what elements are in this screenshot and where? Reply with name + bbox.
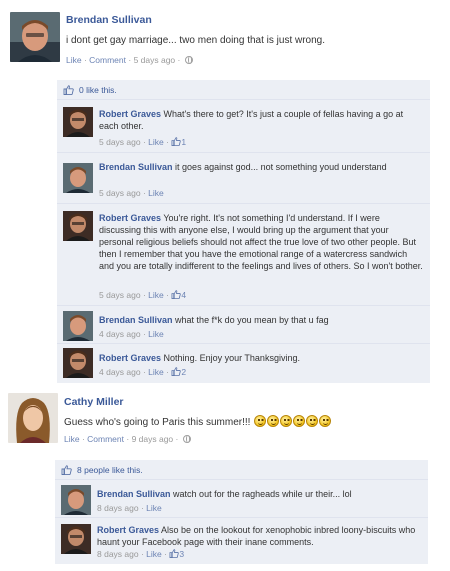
avatar[interactable] [63, 107, 93, 137]
comment-body: Brendan Sullivan watch out for the raghe… [97, 488, 422, 500]
thumbs-up-icon [61, 465, 72, 477]
like-link[interactable]: Like [148, 290, 164, 300]
like-link[interactable]: Like [64, 434, 80, 444]
thumbs-up-icon [169, 549, 180, 558]
timestamp[interactable]: 5 days ago [134, 55, 176, 65]
comment-actions: 5 days ago · Like [99, 188, 164, 198]
comment-actions: 4 days ago · Like · 2 [99, 367, 187, 377]
post-actions: Like · Comment · 5 days ago · [66, 55, 193, 65]
avatar[interactable] [63, 311, 93, 341]
comments-section: 0 like this. Robert Graves What's there … [57, 80, 430, 383]
avatar[interactable] [63, 211, 93, 241]
like-link[interactable]: Like [148, 188, 164, 198]
smiley-icon [254, 415, 267, 427]
avatar[interactable] [63, 348, 93, 378]
post-text: i dont get gay marriage... two men doing… [66, 35, 326, 46]
comment-body: Brendan Sullivan it goes against god... … [99, 161, 424, 173]
post-text: Guess who's going to Paris this summer!!… [64, 415, 332, 428]
globe-icon [182, 435, 191, 443]
comment: Brendan Sullivan it goes against god... … [57, 153, 430, 204]
comment: Robert Graves What's there to get? It's … [57, 100, 430, 153]
like-count[interactable]: 3 [179, 549, 184, 559]
like-link[interactable]: Like [148, 137, 164, 147]
comment-author[interactable]: Robert Graves [99, 109, 161, 119]
comment-text: what the f*k do you mean by that u fag [175, 315, 329, 325]
smiley-icon [267, 415, 280, 427]
timestamp[interactable]: 5 days ago [99, 188, 141, 198]
comment-body: Robert Graves Also be on the lookout for… [97, 524, 422, 548]
thumbs-up-icon [171, 367, 182, 376]
comment-body: Brendan Sullivan what the f*k do you mea… [99, 314, 424, 326]
comment-body: Robert Graves What's there to get? It's … [99, 108, 424, 132]
comment: Robert Graves You're right. It's not som… [57, 204, 430, 306]
likes-summary: 8 people like this. [55, 460, 428, 480]
comment: Brendan Sullivan watch out for the raghe… [55, 480, 428, 518]
timestamp[interactable]: 9 days ago [132, 434, 174, 444]
globe-icon [184, 56, 193, 64]
comment: Robert Graves Also be on the lookout for… [55, 518, 428, 564]
like-link[interactable]: Like [146, 549, 162, 559]
timestamp[interactable]: 4 days ago [99, 329, 141, 339]
timestamp[interactable]: 4 days ago [99, 367, 141, 377]
comment-actions: 4 days ago · Like [99, 329, 164, 339]
post-brendan-sullivan: Brendan Sullivan i dont get gay marriage… [0, 0, 450, 385]
comment: Brendan Sullivan what the f*k do you mea… [57, 306, 430, 344]
comment-actions: 8 days ago · Like · 3 [97, 549, 185, 559]
comment-actions: 5 days ago · Like · 1 [99, 137, 187, 147]
comment-body: Robert Graves You're right. It's not som… [99, 212, 424, 272]
post-author[interactable]: Brendan Sullivan [66, 14, 152, 26]
timestamp[interactable]: 5 days ago [99, 137, 141, 147]
comments-section: 8 people like this. Brendan Sullivan wat… [55, 460, 428, 564]
like-count[interactable]: 1 [181, 137, 186, 147]
comment-author[interactable]: Brendan Sullivan [99, 315, 173, 325]
smiley-icon [319, 415, 332, 427]
post-actions: Like · Comment · 9 days ago · [64, 434, 191, 444]
comment-author[interactable]: Brendan Sullivan [97, 489, 171, 499]
avatar[interactable] [10, 12, 60, 62]
like-link[interactable]: Like [148, 367, 164, 377]
timestamp[interactable]: 8 days ago [97, 503, 139, 513]
comment-body: Robert Graves Nothing. Enjoy your Thanks… [99, 352, 424, 364]
avatar[interactable] [61, 485, 91, 515]
comment-actions: 5 days ago · Like · 4 [99, 290, 187, 300]
avatar[interactable] [8, 393, 58, 443]
timestamp[interactable]: 8 days ago [97, 549, 139, 559]
smiley-icon [306, 415, 319, 427]
comment-author[interactable]: Robert Graves [99, 213, 161, 223]
like-count[interactable]: 2 [181, 367, 186, 377]
thumbs-up-icon [171, 137, 182, 146]
comment-text: it goes against god... not something you… [175, 162, 387, 172]
likes-summary: 0 like this. [57, 80, 430, 100]
comment-link[interactable]: Comment [89, 55, 126, 65]
comment-author[interactable]: Robert Graves [97, 525, 159, 535]
like-link[interactable]: Like [66, 55, 82, 65]
comment-link[interactable]: Comment [87, 434, 124, 444]
smiley-icon [280, 415, 293, 427]
comment-text: watch out for the ragheads while ur thei… [173, 489, 352, 499]
like-link[interactable]: Like [146, 503, 162, 513]
smiley-icon [293, 415, 306, 427]
comment-author[interactable]: Robert Graves [99, 353, 161, 363]
like-count[interactable]: 4 [181, 290, 186, 300]
like-link[interactable]: Like [148, 329, 164, 339]
post-author[interactable]: Cathy Miller [64, 396, 124, 408]
comment-actions: 8 days ago · Like [97, 503, 162, 513]
comment: Robert Graves Nothing. Enjoy your Thanks… [57, 344, 430, 383]
thumbs-up-icon [63, 85, 74, 97]
post-cathy-miller: Cathy Miller Guess who's going to Paris … [0, 385, 450, 571]
comment-author[interactable]: Brendan Sullivan [99, 162, 173, 172]
avatar[interactable] [61, 524, 91, 554]
comment-text: Nothing. Enjoy your Thanksgiving. [163, 353, 300, 363]
thumbs-up-icon [171, 290, 182, 299]
timestamp[interactable]: 5 days ago [99, 290, 141, 300]
avatar[interactable] [63, 163, 93, 193]
